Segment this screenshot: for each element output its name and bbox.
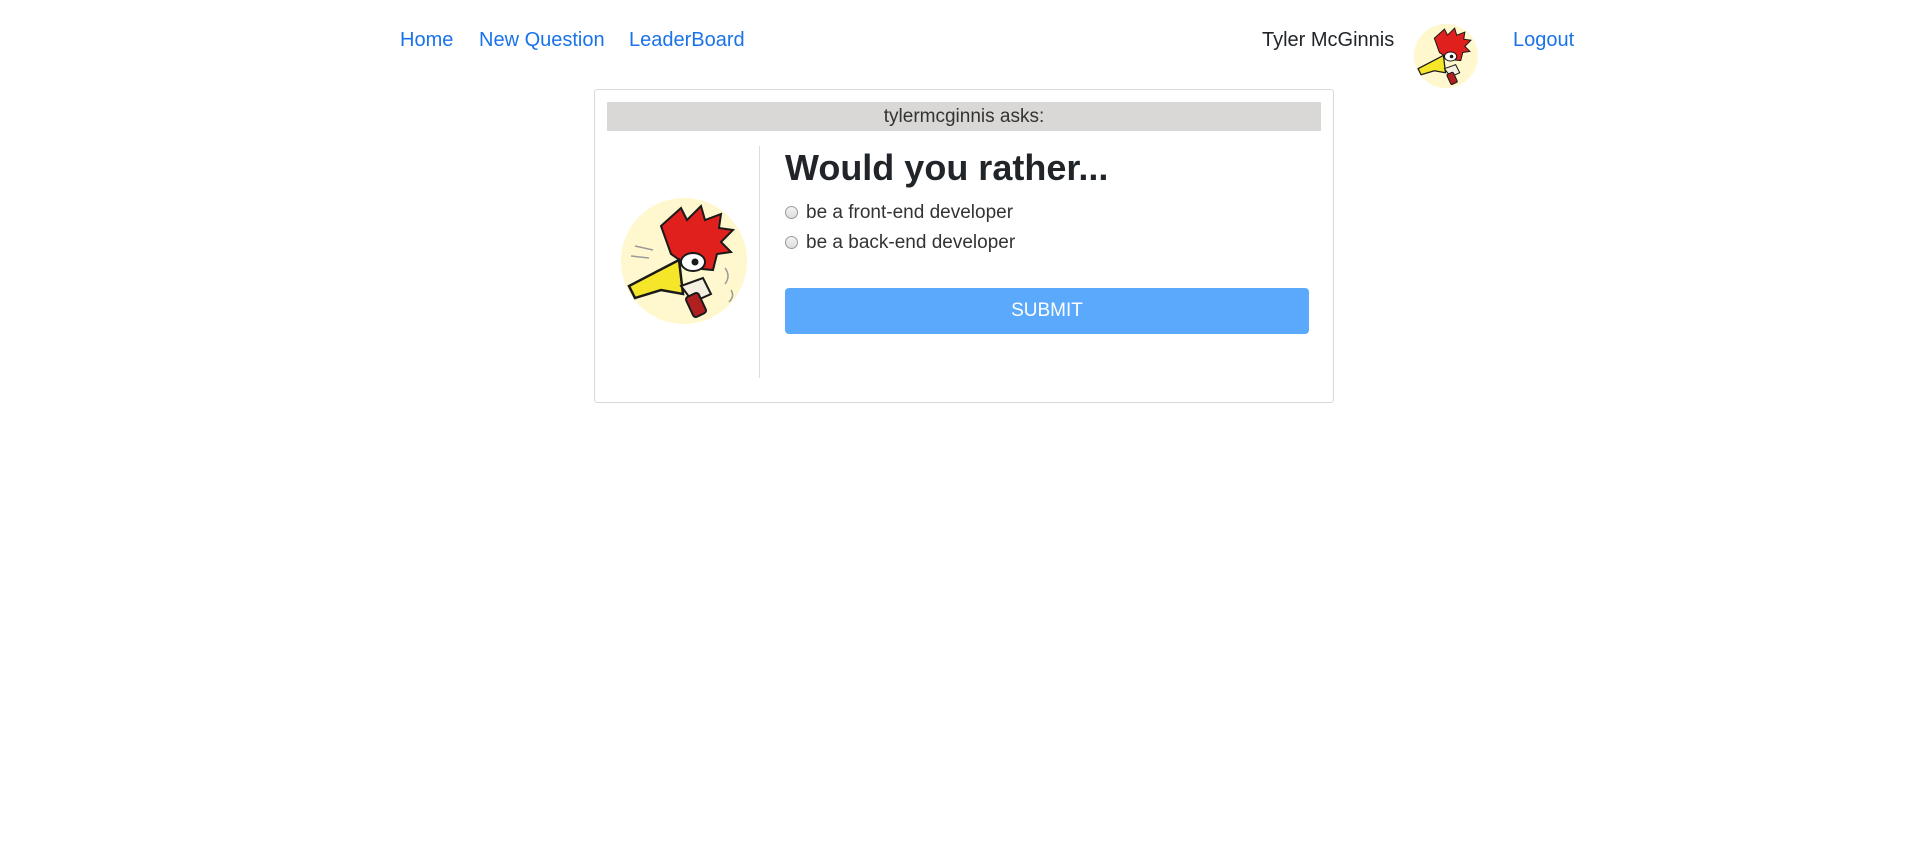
question-author-header: tylermcginnis asks: (607, 102, 1321, 131)
current-user-avatar (1414, 24, 1478, 88)
woodpecker-avatar-icon (1414, 24, 1478, 88)
card-divider (759, 146, 760, 378)
woodpecker-avatar-icon (621, 198, 747, 324)
option-two-radio[interactable] (785, 235, 798, 249)
top-navigation: Home New Question LeaderBoard Tyler McGi… (0, 0, 1920, 88)
nav-link-leaderboard[interactable]: LeaderBoard (629, 28, 745, 52)
nav-link-home[interactable]: Home (400, 28, 453, 52)
submit-button[interactable]: SUBMIT (785, 288, 1309, 334)
option-two[interactable]: be a back-end developer (785, 230, 1015, 256)
current-user-name: Tyler McGinnis (1262, 29, 1395, 51)
nav-link-new-question[interactable]: New Question (479, 28, 605, 52)
nav-link-logout[interactable]: Logout (1513, 28, 1574, 52)
option-two-label: be a back-end developer (806, 232, 1016, 253)
question-title: Would you rather... (785, 147, 1109, 188)
option-one-radio[interactable] (785, 205, 798, 219)
option-one[interactable]: be a front-end developer (785, 200, 1013, 226)
author-avatar (621, 198, 747, 324)
option-one-label: be a front-end developer (806, 202, 1014, 223)
question-card: tylermcginnis asks: Would you rather... … (594, 89, 1334, 403)
